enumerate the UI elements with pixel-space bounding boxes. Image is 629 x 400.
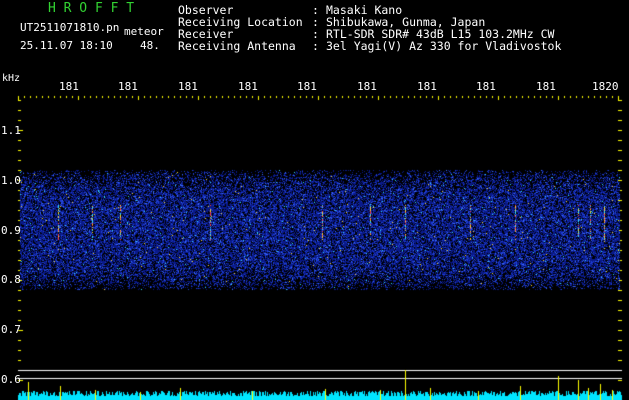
x-tick-label: 181 [297,80,317,93]
meteor-tag: meteor [124,25,164,38]
hrofft-spectrogram-window: H R O F F T UT2511071810.pn meteor 25.11… [0,0,629,400]
y-tick-label: 0.7 [1,323,21,336]
x-tick-label: 181 [536,80,556,93]
brand-title: H R O F F T [48,1,135,16]
y-tick-label: 1.0 [1,174,21,187]
y-tick-label: 1.1 [1,124,21,137]
x-tick-label: 181 [476,80,496,93]
x-tick-label: 181 [118,80,138,93]
x-tick-label: 181 [357,80,377,93]
y-tick-label: 0.8 [1,273,21,286]
x-tick-label: 181 [178,80,198,93]
x-tick-label: 1820 [592,80,619,93]
y-tick-label: 0.9 [1,224,21,237]
meteor-count: 48. [140,39,160,52]
spectrogram-plot [0,0,629,400]
date-time: 25.11.07 18:10 [20,39,113,52]
y-axis-unit: kHz [2,73,21,84]
x-tick-label: 181 [417,80,437,93]
antenna-separator: : [312,39,319,53]
x-tick-label: 181 [59,80,79,93]
file-name: UT2511071810.pn [20,21,120,34]
antenna-value: 3el Yagi(V) Az 330 for Vladivostok [326,39,562,53]
y-tick-label: 0.6 [1,373,21,386]
antenna-label: Receiving Antenna [178,39,296,53]
x-tick-label: 181 [238,80,258,93]
